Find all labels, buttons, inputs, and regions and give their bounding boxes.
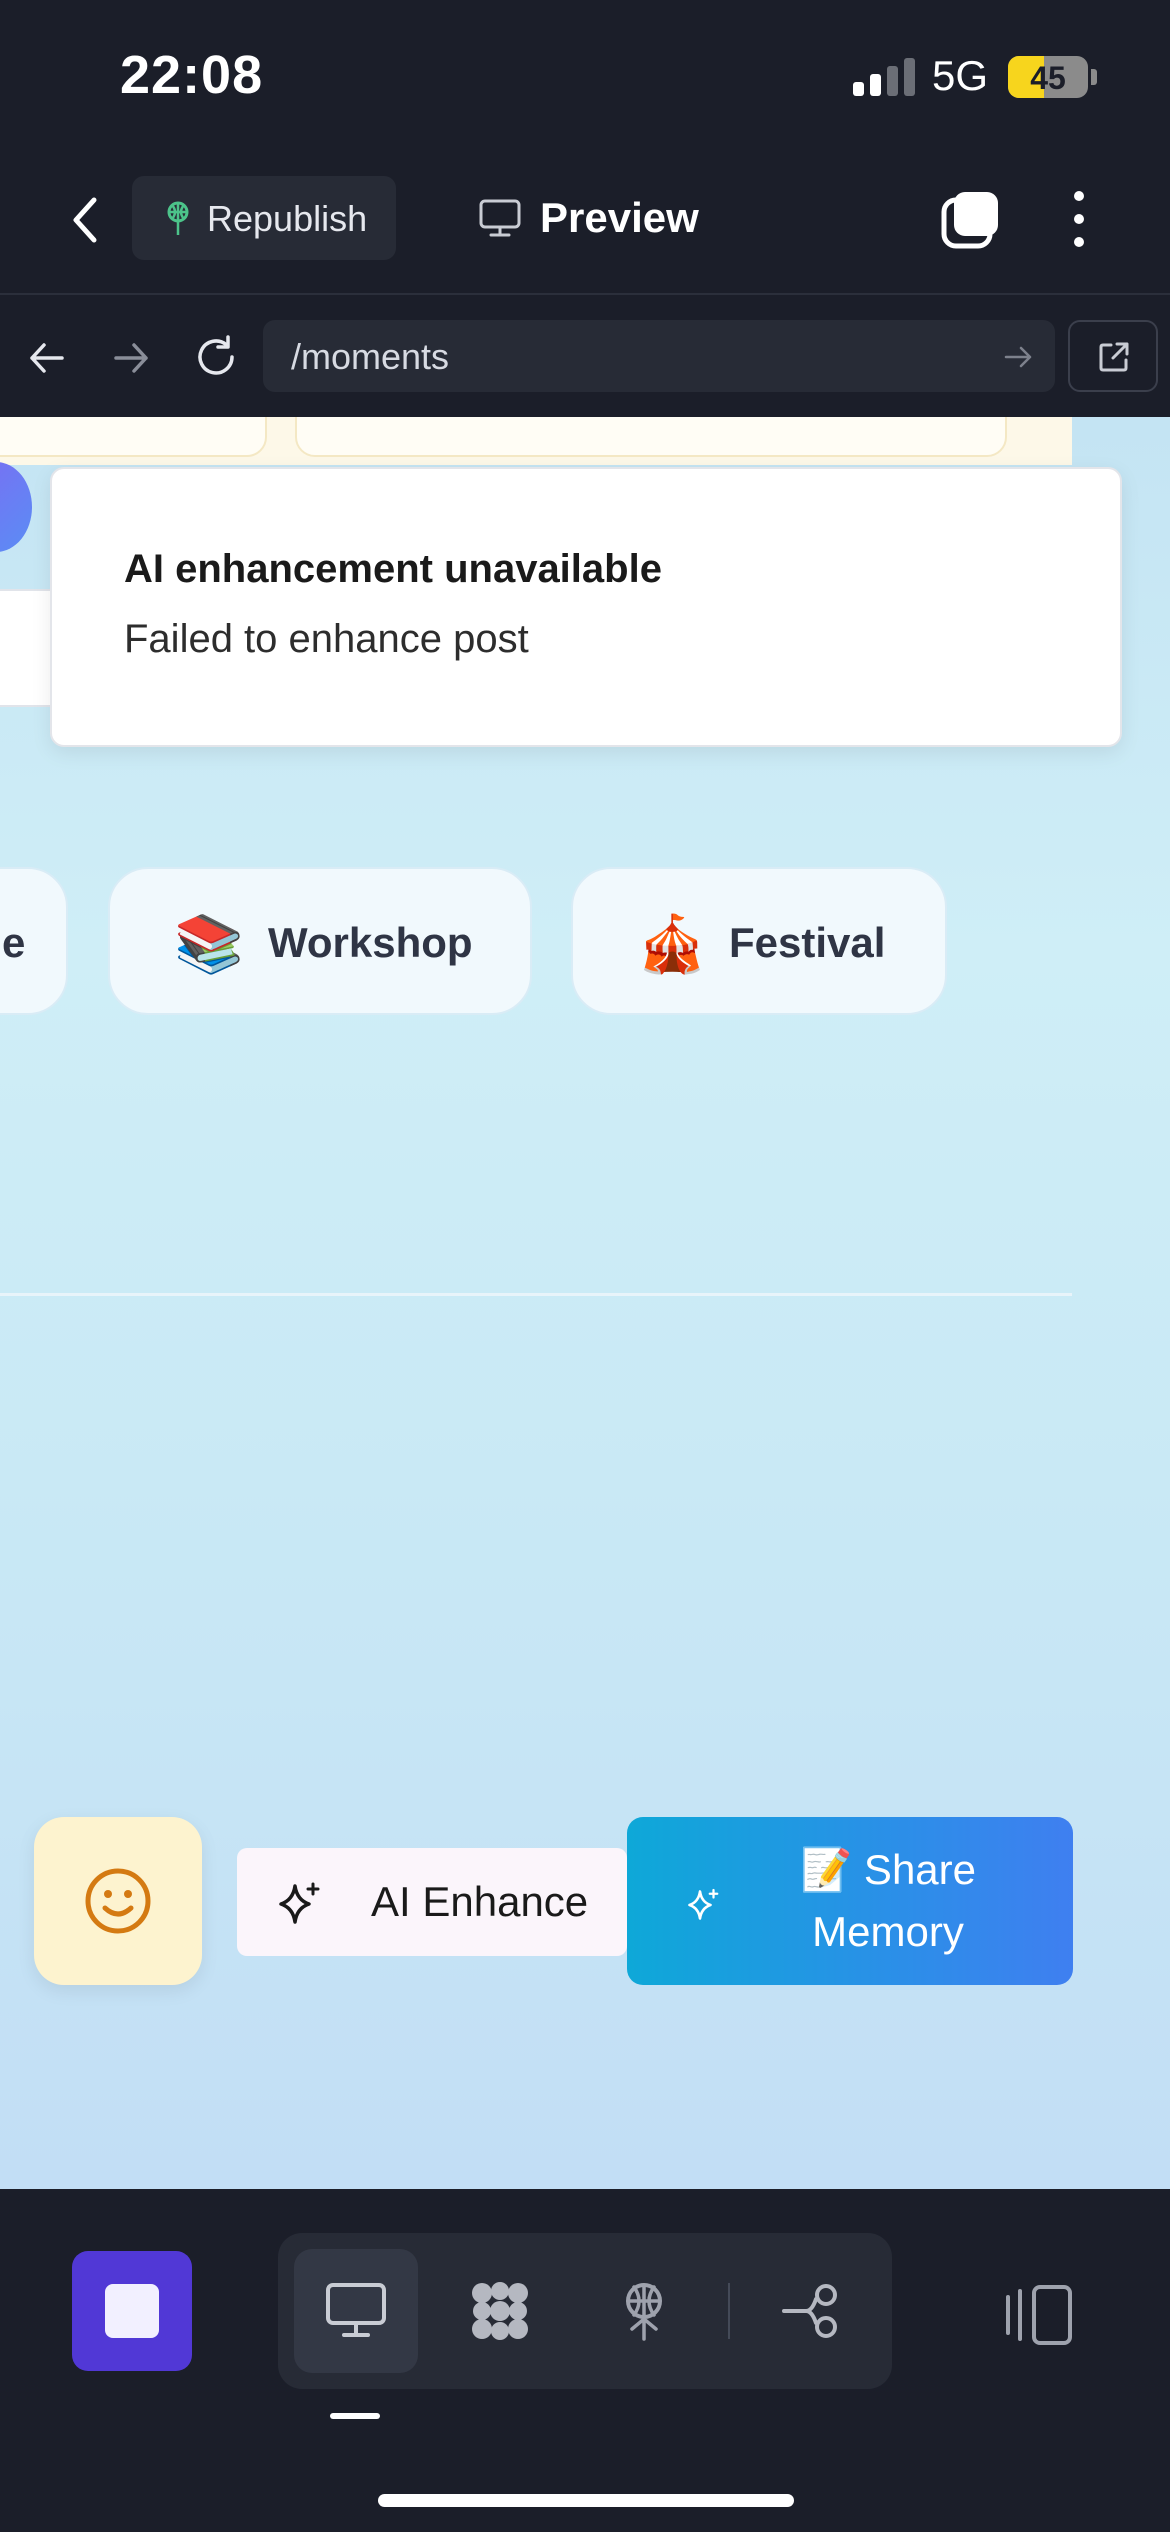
open-external-button[interactable]	[1068, 320, 1158, 392]
top-card-strip	[0, 417, 1072, 465]
browser-bar: /moments	[0, 297, 1170, 417]
ai-enhance-label: AI Enhance	[371, 1878, 589, 1925]
monitor-icon	[479, 199, 521, 237]
republish-button[interactable]: Republish	[132, 176, 396, 260]
home-indicator[interactable]	[378, 2494, 794, 2507]
page-content: AI enhancement unavailable Failed to enh…	[0, 417, 1170, 2189]
tab-preview[interactable]	[294, 2249, 418, 2373]
battery-percent: 45	[1030, 60, 1066, 96]
chevron-left-icon	[73, 197, 97, 243]
signal-icon	[853, 58, 915, 96]
bottom-bar	[0, 2189, 1170, 2532]
tab-workflow[interactable]	[750, 2249, 874, 2373]
url-text: /moments	[291, 336, 450, 377]
republish-label: Republish	[207, 198, 368, 239]
partial-card[interactable]	[0, 417, 267, 457]
reload-button[interactable]	[192, 333, 240, 381]
preview-button[interactable]: Preview	[470, 176, 730, 260]
partial-card[interactable]	[295, 417, 1007, 457]
panel-toggle-button[interactable]	[1000, 2283, 1076, 2347]
toast-description: Failed to enhance post	[124, 617, 529, 661]
tab-components[interactable]	[438, 2249, 562, 2373]
more-vertical-icon	[1074, 191, 1084, 247]
toast-title: AI enhancement unavailable	[124, 547, 662, 591]
antenna-icon	[626, 2283, 662, 2341]
share-memory-label: 📝 Share Memory	[799, 1846, 977, 1955]
category-chip[interactable]: e	[0, 867, 68, 1015]
stop-button[interactable]	[72, 2251, 192, 2371]
emoji-button[interactable]	[34, 1817, 202, 1985]
battery-nub	[1091, 69, 1097, 85]
status-time: 22:08	[120, 45, 264, 105]
chip-label: Festival	[729, 919, 886, 966]
tab-publish[interactable]	[582, 2249, 706, 2373]
smiley-icon	[85, 1868, 151, 1934]
reload-icon	[198, 335, 234, 375]
browser-forward-button[interactable]	[110, 337, 152, 379]
status-bar: 22:08 5G 45	[0, 0, 1170, 150]
app-toolbar: Republish Preview	[0, 150, 1170, 295]
monitor-icon	[326, 2283, 386, 2337]
external-link-icon	[1099, 342, 1129, 372]
tabs-icon	[941, 192, 998, 249]
arrow-right-icon	[114, 343, 148, 373]
separator	[728, 2283, 730, 2339]
battery-icon: 45	[1008, 56, 1088, 98]
browser-back-button[interactable]	[26, 337, 68, 379]
category-chip-festival[interactable]: 🎪 Festival	[571, 867, 947, 1015]
url-input[interactable]: /moments	[263, 320, 1055, 392]
stop-icon	[105, 2284, 159, 2338]
divider	[0, 1293, 1072, 1296]
sparkles-icon	[279, 1882, 320, 1924]
antenna-icon	[167, 201, 189, 235]
arrow-left-icon	[30, 343, 64, 373]
workflow-icon	[782, 2284, 837, 2338]
view-switcher	[278, 2233, 892, 2389]
go-arrow-icon[interactable]	[1003, 342, 1033, 372]
error-toast: AI enhancement unavailable Failed to enh…	[50, 467, 1122, 747]
grid-blob-icon	[472, 2282, 528, 2340]
active-tab-indicator	[330, 2413, 380, 2419]
network-type: 5G	[932, 52, 989, 99]
sparkles-icon	[688, 1888, 719, 1920]
back-button[interactable]	[60, 190, 110, 250]
chip-label: e	[2, 919, 26, 966]
books-icon: 📚	[174, 912, 244, 977]
preview-label: Preview	[540, 194, 699, 241]
category-chip-workshop[interactable]: 📚 Workshop	[108, 867, 532, 1015]
share-memory-button[interactable]: 📝 Share Memory	[627, 1817, 1073, 1985]
chip-label: Workshop	[268, 919, 473, 966]
circus-tent-icon: 🎪	[637, 912, 707, 977]
ai-enhance-button[interactable]: AI Enhance	[237, 1848, 627, 1956]
sidebar-icon	[1006, 2285, 1072, 2345]
more-options-button[interactable]	[1064, 188, 1094, 250]
avatar	[0, 462, 32, 552]
tabs-button[interactable]	[940, 188, 1002, 250]
